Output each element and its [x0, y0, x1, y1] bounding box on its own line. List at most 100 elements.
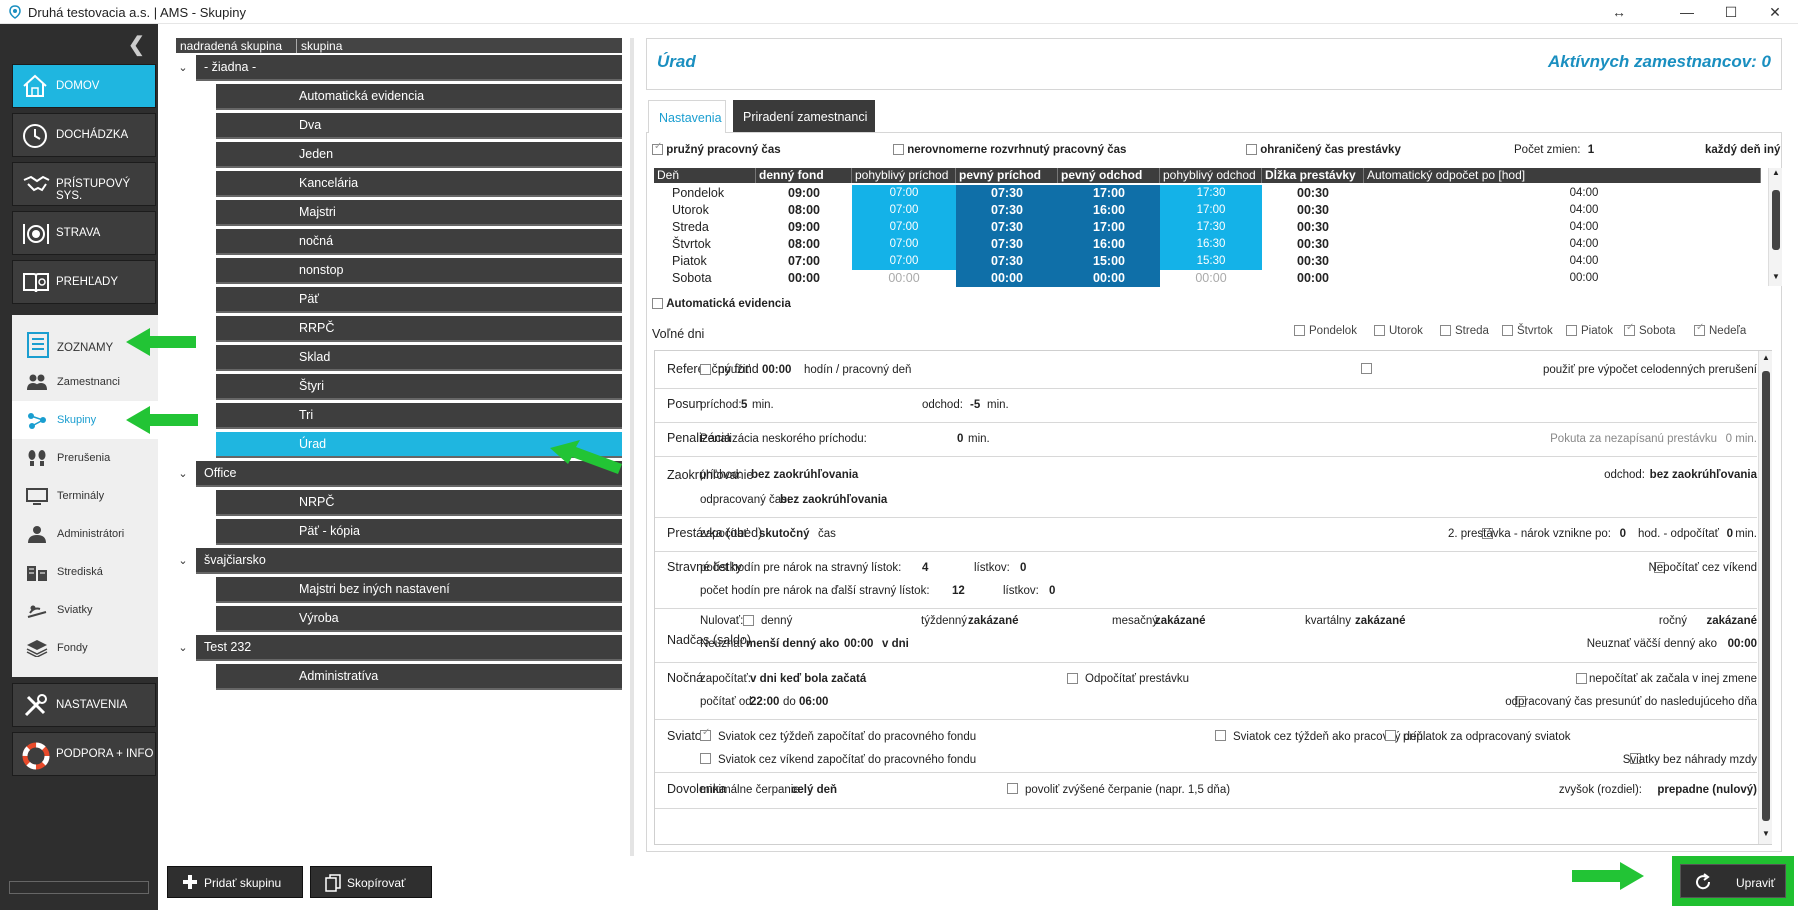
add-group-button[interactable]: Pridať skupinu — [167, 866, 303, 898]
day-cell[interactable]: 00:00 — [956, 270, 1058, 287]
free-day-checkbox[interactable] — [1624, 322, 1635, 337]
nav-food[interactable]: STRAVA — [12, 211, 156, 255]
day-cell[interactable]: 17:30 — [1160, 219, 1262, 236]
limited-break-checkbox[interactable] — [1246, 144, 1257, 156]
day-cell[interactable]: 04:00 — [1484, 219, 1684, 236]
nav-access[interactable]: PRÍSTUPOVÝ SYS. — [12, 162, 156, 206]
tree-group-row[interactable]: Automatická evidencia — [216, 84, 622, 110]
tab-settings[interactable]: Nastavenia — [648, 100, 726, 133]
auto-record-option[interactable]: Automatická evidencia — [652, 298, 791, 310]
day-cell[interactable]: 07:00 — [852, 253, 956, 270]
submenu-interruptions[interactable]: Prerušenia — [12, 439, 158, 477]
tree-group-row[interactable]: Jeden — [216, 142, 622, 168]
subtract-break-checkbox[interactable] — [1067, 673, 1078, 684]
tree-group-row[interactable]: nočná — [216, 229, 622, 255]
limited-break-option[interactable]: ohraničený čas prestávky — [1246, 144, 1401, 156]
tree-group-row[interactable]: Tri — [216, 403, 622, 429]
flex-time-option[interactable]: pružný pracovný čas — [652, 141, 781, 156]
free-day-checkbox[interactable] — [1502, 325, 1513, 337]
increased-leave-checkbox[interactable] — [1007, 783, 1018, 794]
submenu-funds[interactable]: Fondy — [12, 629, 158, 667]
expand-chevron-icon[interactable]: ⌄ — [176, 554, 190, 567]
day-cell[interactable]: 00:00 — [1262, 270, 1364, 287]
day-cell[interactable]: 07:00 — [852, 202, 956, 219]
day-cell[interactable]: 07:30 — [956, 236, 1058, 253]
tree-group-row[interactable]: Administratíva — [216, 664, 622, 690]
day-cell[interactable]: 09:00 — [756, 219, 852, 236]
free-day-option[interactable]: Pondelok — [1294, 325, 1357, 337]
tree-group-row[interactable]: Sklad — [216, 345, 622, 371]
day-cell[interactable]: 17:00 — [1058, 185, 1160, 202]
day-cell[interactable]: 00:30 — [1262, 236, 1364, 253]
day-cell[interactable]: 08:00 — [756, 202, 852, 219]
day-cell[interactable]: 07:30 — [956, 202, 1058, 219]
holiday-bonus-checkbox[interactable] — [1385, 730, 1396, 741]
free-day-checkbox[interactable] — [1374, 325, 1385, 337]
tree-group-row[interactable]: nonstop — [216, 258, 622, 284]
day-cell[interactable]: 00:30 — [1262, 253, 1364, 270]
tree-parent-row[interactable]: švajčiarsko — [196, 548, 622, 574]
nav-attendance[interactable]: DOCHÁDZKA — [12, 113, 156, 157]
collapse-sidebar-icon[interactable]: ❮ — [128, 32, 145, 57]
submenu-employees[interactable]: Zamestnanci — [12, 363, 158, 401]
nav-settings[interactable]: NASTAVENIA — [12, 683, 156, 727]
day-cell[interactable]: 00:00 — [1484, 270, 1684, 287]
day-cell[interactable]: 17:30 — [1160, 185, 1262, 202]
scroll-thumb[interactable] — [1772, 190, 1780, 250]
tree-group-row[interactable]: RRPČ — [216, 316, 622, 342]
tree-group-row[interactable]: Dva — [216, 113, 622, 139]
expand-chevron-icon[interactable]: ⌄ — [176, 641, 190, 654]
day-cell[interactable]: 07:00 — [852, 185, 956, 202]
day-cell[interactable]: 04:00 — [1484, 185, 1684, 202]
expand-chevron-icon[interactable]: ⌄ — [176, 467, 190, 480]
resize-icon[interactable]: ↔ — [1596, 0, 1642, 24]
day-cell[interactable]: 00:00 — [1160, 270, 1262, 287]
settings-scroll-down-icon[interactable]: ▼ — [1762, 829, 1770, 838]
scroll-down-icon[interactable]: ▼ — [1772, 272, 1780, 281]
free-day-option[interactable]: Sobota — [1624, 322, 1675, 337]
scroll-up-icon[interactable]: ▲ — [1772, 168, 1780, 177]
day-cell[interactable]: 17:00 — [1160, 202, 1262, 219]
free-day-option[interactable]: Štvrtok — [1502, 325, 1553, 337]
use-ref-fund-checkbox[interactable] — [700, 364, 711, 375]
free-day-option[interactable]: Piatok — [1566, 325, 1613, 337]
tree-group-row[interactable]: Štyri — [216, 374, 622, 400]
minimize-button[interactable]: — — [1664, 0, 1710, 24]
day-cell[interactable]: 00:30 — [1262, 219, 1364, 236]
tree-group-row[interactable]: Výroba — [216, 606, 622, 632]
skip-other-shift-checkbox[interactable] — [1576, 673, 1587, 684]
day-cell[interactable]: 07:00 — [852, 219, 956, 236]
pane-divider[interactable] — [630, 38, 634, 856]
day-cell[interactable]: 07:30 — [956, 253, 1058, 270]
submenu-centers[interactable]: Strediská — [12, 553, 158, 591]
holiday-as-workday-checkbox[interactable] — [1215, 730, 1226, 741]
day-cell[interactable]: 15:30 — [1160, 253, 1262, 270]
tree-group-row[interactable]: Majstri bez iných nastavení — [216, 577, 622, 603]
day-cell[interactable]: 17:00 — [1058, 219, 1160, 236]
day-cell[interactable]: 00:30 — [1262, 185, 1364, 202]
day-cell[interactable]: 08:00 — [756, 236, 852, 253]
close-button[interactable]: ✕ — [1752, 0, 1798, 24]
day-cell[interactable]: 07:30 — [956, 185, 1058, 202]
auto-record-checkbox[interactable] — [652, 298, 663, 310]
tree-parent-row[interactable]: Test 232 — [196, 635, 622, 661]
day-cell[interactable]: 00:30 — [1262, 202, 1364, 219]
day-cell[interactable]: 00:00 — [1058, 270, 1160, 287]
tab-assigned-employees[interactable]: Priradení zamestnanci — [733, 100, 875, 132]
uneven-time-checkbox[interactable] — [893, 144, 904, 156]
day-cell[interactable]: 16:30 — [1160, 236, 1262, 253]
free-day-checkbox[interactable] — [1440, 325, 1451, 337]
day-cell[interactable]: 07:30 — [956, 219, 1058, 236]
submenu-terminals[interactable]: Terminály — [12, 477, 158, 515]
nav-home[interactable]: DOMOV — [12, 64, 156, 108]
tree-group-row[interactable]: Päť - kópia — [216, 519, 622, 545]
free-day-option[interactable]: Nedeľa — [1694, 322, 1746, 337]
free-day-checkbox[interactable] — [1694, 322, 1705, 337]
day-cell[interactable]: 00:00 — [756, 270, 852, 287]
tree-group-row[interactable]: Kancelária — [216, 171, 622, 197]
day-cell[interactable]: 09:00 — [756, 185, 852, 202]
copy-button[interactable]: Skopírovať — [310, 866, 432, 898]
day-cell[interactable]: 04:00 — [1484, 202, 1684, 219]
submenu-admins[interactable]: Administrátori — [12, 515, 158, 553]
nav-reports[interactable]: PREHĽADY — [12, 260, 156, 304]
